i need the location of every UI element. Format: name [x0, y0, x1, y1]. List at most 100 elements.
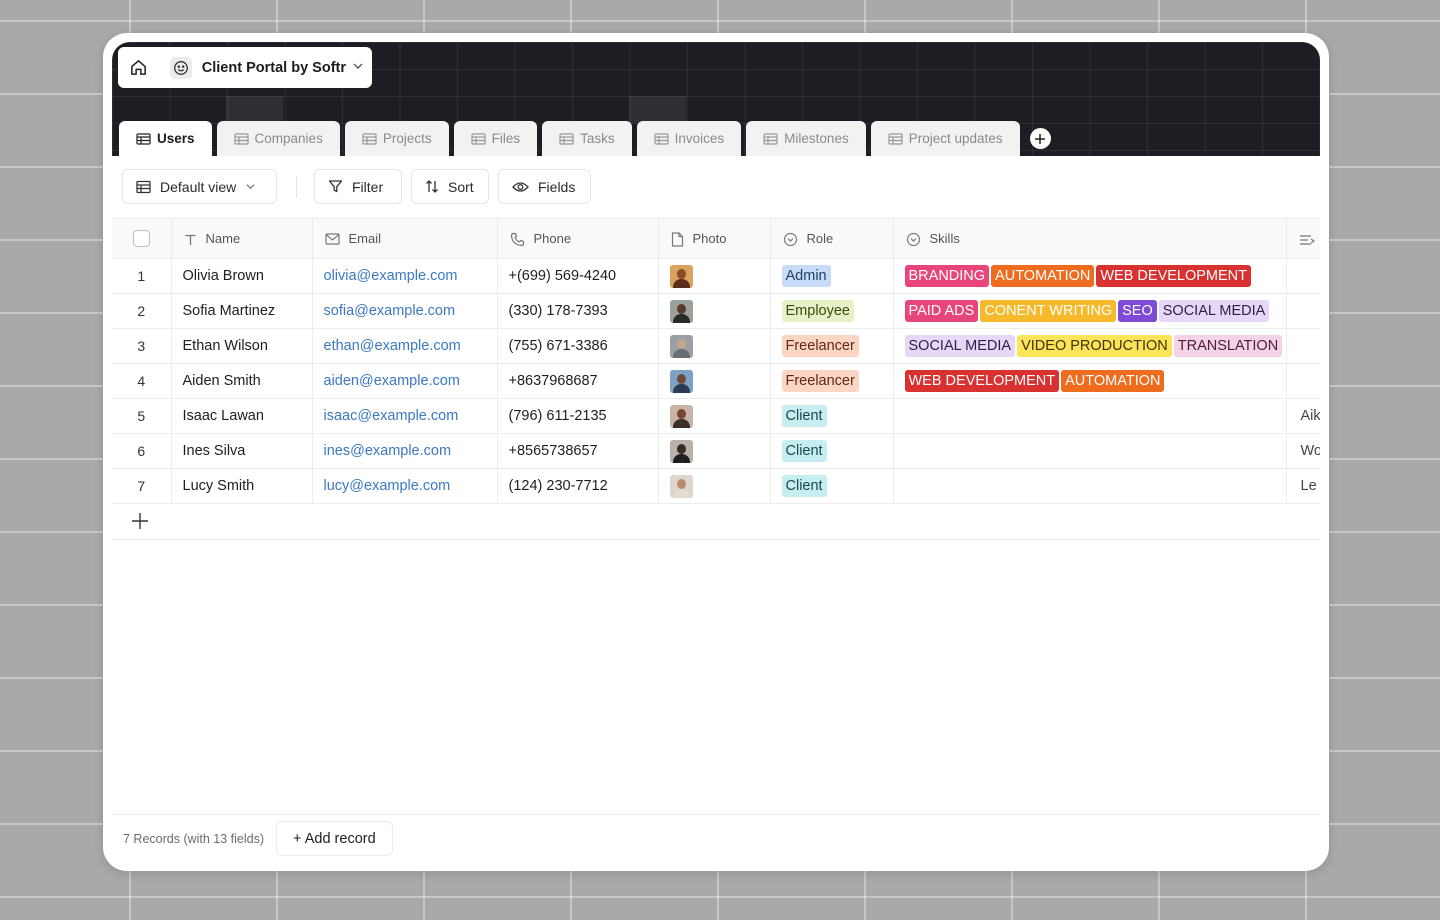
- tab-milestones[interactable]: Milestones: [746, 121, 866, 156]
- view-switcher-button[interactable]: Default view: [122, 169, 277, 204]
- column-label: Email: [348, 231, 382, 247]
- table-row[interactable]: 3 Ethan Wilson ethan@example.com (755) 671-…: [112, 328, 1320, 364]
- cell-email[interactable]: olivia@example.com: [312, 258, 498, 294]
- cell-phone[interactable]: +(699) 569-4240: [497, 258, 659, 294]
- avatar[interactable]: [669, 404, 693, 428]
- column-header-skills[interactable]: Skills: [893, 218, 1287, 259]
- cell-photo[interactable]: [658, 258, 771, 294]
- add-record-button[interactable]: + Add record: [276, 821, 393, 856]
- cell-name[interactable]: Ines Silva: [171, 433, 313, 469]
- tab-projects[interactable]: Projects: [344, 121, 449, 156]
- tab-companies[interactable]: Companies: [216, 121, 340, 156]
- tab-invoices[interactable]: Invoices: [636, 121, 742, 156]
- cell-email[interactable]: sofia@example.com: [312, 293, 498, 329]
- table-row[interactable]: 6 Ines Silva ines@example.com +8565738657 Cl…: [112, 433, 1320, 469]
- avatar[interactable]: [669, 299, 693, 323]
- cell-extra[interactable]: [1286, 293, 1320, 329]
- column-header-name[interactable]: Name: [171, 218, 313, 259]
- cell-name[interactable]: Ethan Wilson: [171, 328, 313, 364]
- cell-name[interactable]: Isaac Lawan: [171, 398, 313, 434]
- avatar[interactable]: [669, 474, 693, 498]
- base-switcher-button[interactable]: Client Portal by Softr: [164, 53, 372, 83]
- cell-extra[interactable]: Aik: [1286, 398, 1320, 434]
- table-icon: [888, 132, 903, 145]
- cell-phone[interactable]: +8637968687: [497, 363, 659, 399]
- row-number: 5: [112, 398, 172, 434]
- cell-photo[interactable]: [658, 433, 771, 469]
- cell-name[interactable]: Olivia Brown: [171, 258, 313, 294]
- cell-photo[interactable]: [658, 468, 771, 504]
- cell-extra[interactable]: [1286, 363, 1320, 399]
- cell-role[interactable]: Client: [770, 433, 894, 469]
- cell-email[interactable]: lucy@example.com: [312, 468, 498, 504]
- cell-photo[interactable]: [658, 328, 771, 364]
- base-selector-pill: Client Portal by Softr: [118, 47, 372, 88]
- column-header-more[interactable]: [1286, 218, 1320, 259]
- column-header-photo[interactable]: Photo: [658, 218, 771, 259]
- cell-email[interactable]: ines@example.com: [312, 433, 498, 469]
- cell-role[interactable]: Client: [770, 398, 894, 434]
- chevron-down-icon: [352, 59, 364, 77]
- cell-role[interactable]: Freelancer: [770, 328, 894, 364]
- cell-photo[interactable]: [658, 398, 771, 434]
- cell-email[interactable]: aiden@example.com: [312, 363, 498, 399]
- cell-phone[interactable]: (755) 671-3386: [497, 328, 659, 364]
- home-button[interactable]: [118, 47, 160, 88]
- cell-role[interactable]: Client: [770, 468, 894, 504]
- cell-name[interactable]: Sofia Martinez: [171, 293, 313, 329]
- select-all-checkbox[interactable]: [132, 230, 150, 248]
- cell-skills[interactable]: BRANDING AUTOMATION WEB DEVELOPMENT: [893, 258, 1287, 294]
- table-row[interactable]: 4 Aiden Smith aiden@example.com +8637968687…: [112, 363, 1320, 399]
- cell-extra[interactable]: Wo: [1286, 433, 1320, 469]
- cell-extra[interactable]: [1286, 258, 1320, 294]
- cell-email[interactable]: ethan@example.com: [312, 328, 498, 364]
- filter-button[interactable]: Filter: [314, 169, 402, 204]
- cell-extra[interactable]: Le: [1286, 468, 1320, 504]
- cell-role[interactable]: Admin: [770, 258, 894, 294]
- table-row[interactable]: 7 Lucy Smith lucy@example.com (124) 230-771…: [112, 468, 1320, 504]
- avatar[interactable]: [669, 334, 693, 358]
- column-header-email[interactable]: Email: [312, 218, 498, 259]
- tab-tasks[interactable]: Tasks: [542, 121, 632, 156]
- cell-role[interactable]: Employee: [770, 293, 894, 329]
- cell-email[interactable]: isaac@example.com: [312, 398, 498, 434]
- cell-name[interactable]: Aiden Smith: [171, 363, 313, 399]
- table-row[interactable]: 5 Isaac Lawan isaac@example.com (796) 611-2…: [112, 398, 1320, 434]
- cell-skills[interactable]: PAID ADS CONENT WRITING SEO SOCIAL MEDIA: [893, 293, 1287, 329]
- tab-users[interactable]: Users: [119, 121, 212, 156]
- view-label: Default view: [160, 178, 237, 195]
- add-row-button[interactable]: [112, 504, 1320, 540]
- cell-extra[interactable]: [1286, 328, 1320, 364]
- cell-role[interactable]: Freelancer: [770, 363, 894, 399]
- table-row[interactable]: 2 Sofia Martinez sofia@example.com (330) 17…: [112, 293, 1320, 329]
- cell-photo[interactable]: [658, 293, 771, 329]
- cell-skills[interactable]: WEB DEVELOPMENT AUTOMATION: [893, 363, 1287, 399]
- table-row[interactable]: 1 Olivia Brown olivia@example.com +(699) 56…: [112, 258, 1320, 294]
- avatar[interactable]: [669, 439, 693, 463]
- view-toolbar: Default view Filter Sort Fields: [112, 156, 1320, 218]
- app-window-frame: Client Portal by Softr Users Companies Pro…: [103, 33, 1329, 871]
- tab-files[interactable]: Files: [453, 121, 538, 156]
- avatar[interactable]: [669, 264, 693, 288]
- cell-skills[interactable]: [893, 398, 1287, 434]
- tab-project-updates[interactable]: Project updates: [870, 121, 1020, 156]
- column-header-role[interactable]: Role: [770, 218, 894, 259]
- cell-skills[interactable]: [893, 433, 1287, 469]
- cell-phone[interactable]: +8565738657: [497, 433, 659, 469]
- fields-button[interactable]: Fields: [498, 169, 591, 204]
- cell-skills[interactable]: [893, 468, 1287, 504]
- cell-phone[interactable]: (124) 230-7712: [497, 468, 659, 504]
- cell-skills[interactable]: SOCIAL MEDIA VIDEO PRODUCTION TRANSLATION: [893, 328, 1287, 364]
- role-badge: Client: [781, 475, 827, 497]
- cell-phone[interactable]: (796) 611-2135: [497, 398, 659, 434]
- column-header-phone[interactable]: Phone: [497, 218, 659, 259]
- cell-phone[interactable]: (330) 178-7393: [497, 293, 659, 329]
- add-table-button[interactable]: [1029, 128, 1051, 149]
- cell-name[interactable]: Lucy Smith: [171, 468, 313, 504]
- role-badge: Admin: [781, 265, 831, 287]
- avatar[interactable]: [669, 369, 693, 393]
- cell-photo[interactable]: [658, 363, 771, 399]
- base-name: Client Portal by Softr: [201, 59, 346, 76]
- top-bar: Client Portal by Softr Users Companies Pro…: [112, 42, 1320, 156]
- sort-button[interactable]: Sort: [411, 169, 489, 204]
